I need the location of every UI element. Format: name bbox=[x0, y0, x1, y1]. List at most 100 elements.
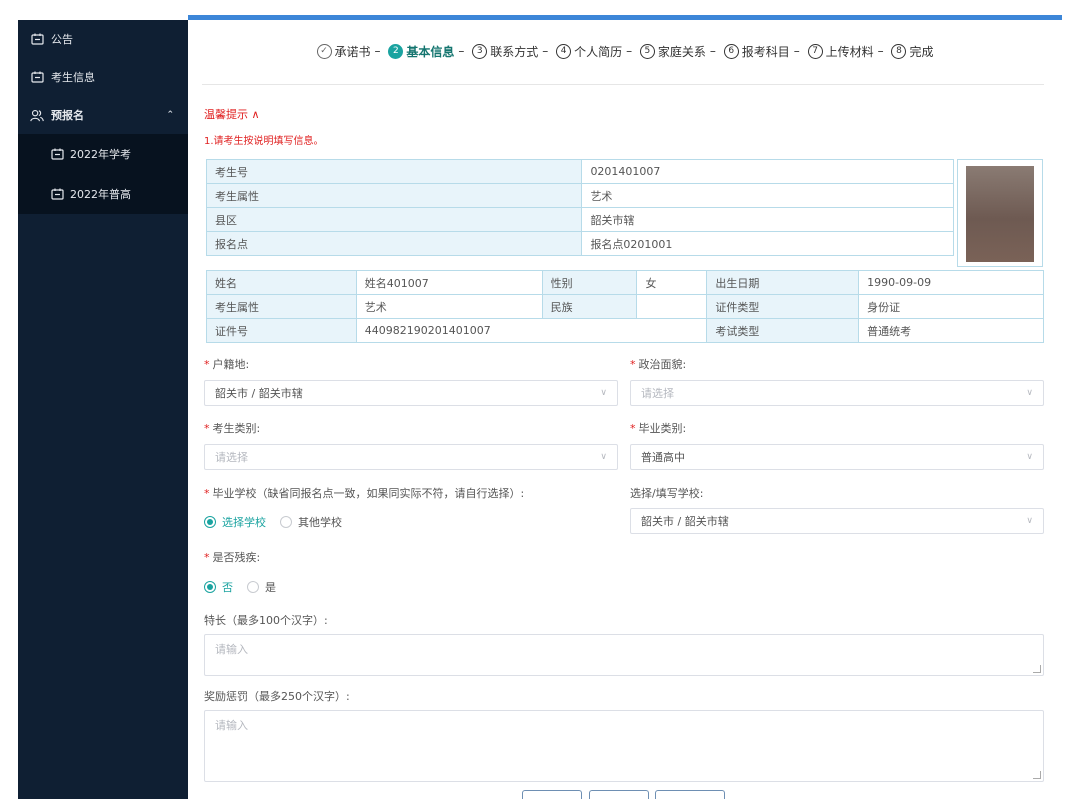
step-separator: – bbox=[458, 44, 465, 58]
table-row: 报名点 报名点0201001 bbox=[205, 231, 954, 256]
step-number: 5 bbox=[639, 43, 655, 59]
required-mark: * bbox=[630, 358, 636, 371]
bylb-select[interactable]: 普通高中 ∨ bbox=[630, 444, 1044, 470]
step-number: 4 bbox=[556, 43, 572, 59]
huji-select[interactable]: 韶关市 / 韶关市辖 ∨ bbox=[204, 380, 618, 406]
step-2[interactable]: 2 基本信息 – bbox=[388, 43, 468, 60]
cell-value: 姓名401007 bbox=[355, 270, 543, 295]
step-separator: – bbox=[793, 44, 800, 58]
sidebar-subitem-2022-pugao[interactable]: 2022年普高 bbox=[18, 174, 188, 214]
resize-handle[interactable] bbox=[1033, 771, 1041, 779]
cell-value: 报名点0201001 bbox=[581, 231, 954, 256]
footer-button[interactable] bbox=[589, 790, 649, 799]
cell-value: 艺术 bbox=[581, 183, 954, 208]
cell-label: 证件类型 bbox=[706, 294, 860, 319]
resize-handle[interactable] bbox=[1033, 665, 1041, 673]
label-text: 毕业学校（缺省同报名点一致，如果同实际不符，请自行选择）: bbox=[212, 487, 525, 500]
info-table-personal: 姓名 姓名401007 性别 女 出生日期 1990-09-09 考生属性 艺术… bbox=[206, 270, 1044, 343]
sidebar-subitem-label: 2022年学考 bbox=[70, 148, 131, 161]
step-label: 承诺书 bbox=[334, 44, 371, 59]
footer-button[interactable] bbox=[522, 790, 582, 799]
radio-circle bbox=[247, 581, 259, 593]
notice-icon bbox=[30, 32, 44, 46]
sidebar-item-notice[interactable]: 公告 bbox=[18, 20, 188, 58]
step-3[interactable]: 3 联系方式 – bbox=[472, 43, 552, 60]
radio-label: 否 bbox=[222, 581, 233, 594]
notice-icon bbox=[50, 147, 64, 161]
step-separator: – bbox=[542, 44, 549, 58]
sidebar-subitem-2022-xuekao[interactable]: 2022年学考 bbox=[18, 134, 188, 174]
sidebar-group-preregister[interactable]: 预报名 ⌃ bbox=[18, 96, 188, 134]
huji-label: * 户籍地: bbox=[204, 356, 249, 372]
step-8[interactable]: 8 完成 bbox=[891, 43, 933, 60]
radio-other-school[interactable]: 其他学校 bbox=[280, 514, 342, 530]
footer-button[interactable] bbox=[655, 790, 725, 799]
notice-icon bbox=[50, 187, 64, 201]
label-text: 特长（最多100个汉字）: bbox=[204, 614, 328, 627]
required-mark: * bbox=[204, 551, 210, 564]
label-text: 选择/填写学校: bbox=[630, 487, 704, 500]
awards-textarea[interactable]: 请输入 bbox=[204, 710, 1044, 782]
label-text: 考生类别: bbox=[212, 422, 261, 435]
step-6[interactable]: 6 报考科目 – bbox=[723, 43, 804, 60]
chevron-down-icon: ∨ bbox=[1026, 452, 1033, 462]
radio-label: 是 bbox=[265, 581, 276, 594]
table-row: 考生号 0201401007 bbox=[205, 159, 954, 184]
specialty-textarea[interactable]: 请输入 bbox=[204, 634, 1044, 676]
cell-label: 性别 bbox=[541, 270, 638, 295]
chevron-down-icon: ∨ bbox=[1026, 388, 1033, 398]
label-text: 毕业类别: bbox=[638, 422, 687, 435]
school-select[interactable]: 韶关市 / 韶关市辖 ∨ bbox=[630, 508, 1044, 534]
step-5[interactable]: 5 家庭关系 – bbox=[639, 43, 720, 60]
table-row: 姓名 姓名401007 性别 女 出生日期 1990-09-09 bbox=[206, 270, 1044, 295]
school-radio-group: 选择学校 其他学校 bbox=[204, 514, 356, 530]
sidebar-item-student-info[interactable]: 考生信息 bbox=[18, 58, 188, 96]
select-value: 韶关市 / 韶关市辖 bbox=[641, 515, 729, 528]
cell-label: 考生属性 bbox=[206, 294, 357, 319]
table-row: 县区 韶关市辖 bbox=[205, 207, 954, 232]
step-1[interactable]: ✓ 承诺书 – bbox=[316, 43, 385, 60]
radio-no[interactable]: 否 bbox=[204, 579, 233, 595]
cell-label: 民族 bbox=[541, 294, 638, 319]
sidebar-item-label: 预报名 bbox=[51, 109, 84, 122]
main-content: ✓ 承诺书 – 2 基本信息 – 3 联系方式 – 4 个人简历 – 5 家庭关系 – 6 报考科目 –… bbox=[188, 20, 1062, 799]
required-mark: * bbox=[204, 358, 210, 371]
cell-value: 普通统考 bbox=[858, 318, 1044, 343]
select-value: 普通高中 bbox=[641, 451, 685, 464]
step-label: 个人简历 bbox=[574, 44, 623, 59]
step-number: 2 bbox=[388, 43, 404, 59]
cell-label: 考试类型 bbox=[706, 318, 860, 343]
student-photo bbox=[966, 166, 1034, 262]
jl-label: 奖励惩罚（最多250个汉字）: bbox=[204, 688, 350, 704]
select-placeholder: 请选择 bbox=[641, 387, 674, 400]
cell-label: 考生属性 bbox=[205, 183, 583, 208]
required-mark: * bbox=[204, 487, 210, 500]
step-label: 完成 bbox=[909, 44, 934, 59]
kslb-select[interactable]: 请选择 ∨ bbox=[204, 444, 618, 470]
label-text: 奖励惩罚（最多250个汉字）: bbox=[204, 690, 350, 703]
step-7[interactable]: 7 上传材料 – bbox=[807, 43, 888, 60]
cell-value: 0201401007 bbox=[581, 159, 954, 184]
select-placeholder: 请选择 bbox=[215, 451, 248, 464]
radio-yes[interactable]: 是 bbox=[247, 579, 276, 595]
sidebar-item-label: 公告 bbox=[51, 33, 73, 46]
xztx-label: 选择/填写学校: bbox=[630, 485, 703, 501]
tips-toggle[interactable]: 温馨提示 ∧ bbox=[204, 106, 260, 122]
zzmm-select[interactable]: 请选择 ∨ bbox=[630, 380, 1044, 406]
required-mark: * bbox=[204, 422, 210, 435]
step-4[interactable]: 4 个人简历 – bbox=[556, 43, 636, 60]
radio-select-school[interactable]: 选择学校 bbox=[204, 514, 266, 530]
radio-label: 选择学校 bbox=[222, 516, 266, 529]
chevron-down-icon: ∨ bbox=[600, 452, 607, 462]
kslb-label: * 考生类别: bbox=[204, 420, 260, 436]
cell-value: 艺术 bbox=[355, 294, 543, 319]
step-number: ✓ bbox=[316, 43, 332, 59]
step-separator: – bbox=[626, 44, 633, 58]
cell-value: 女 bbox=[636, 270, 708, 295]
textarea-placeholder: 请输入 bbox=[215, 643, 248, 656]
table-row: 考生属性 艺术 民族 证件类型 身份证 bbox=[206, 294, 1044, 319]
cell-value: 身份证 bbox=[858, 294, 1044, 319]
sidebar: 公告 考生信息 预报名 ⌃ 2022年学考 2022年普高 bbox=[18, 20, 188, 799]
label-text: 户籍地: bbox=[212, 358, 250, 371]
step-label: 联系方式 bbox=[490, 44, 539, 59]
